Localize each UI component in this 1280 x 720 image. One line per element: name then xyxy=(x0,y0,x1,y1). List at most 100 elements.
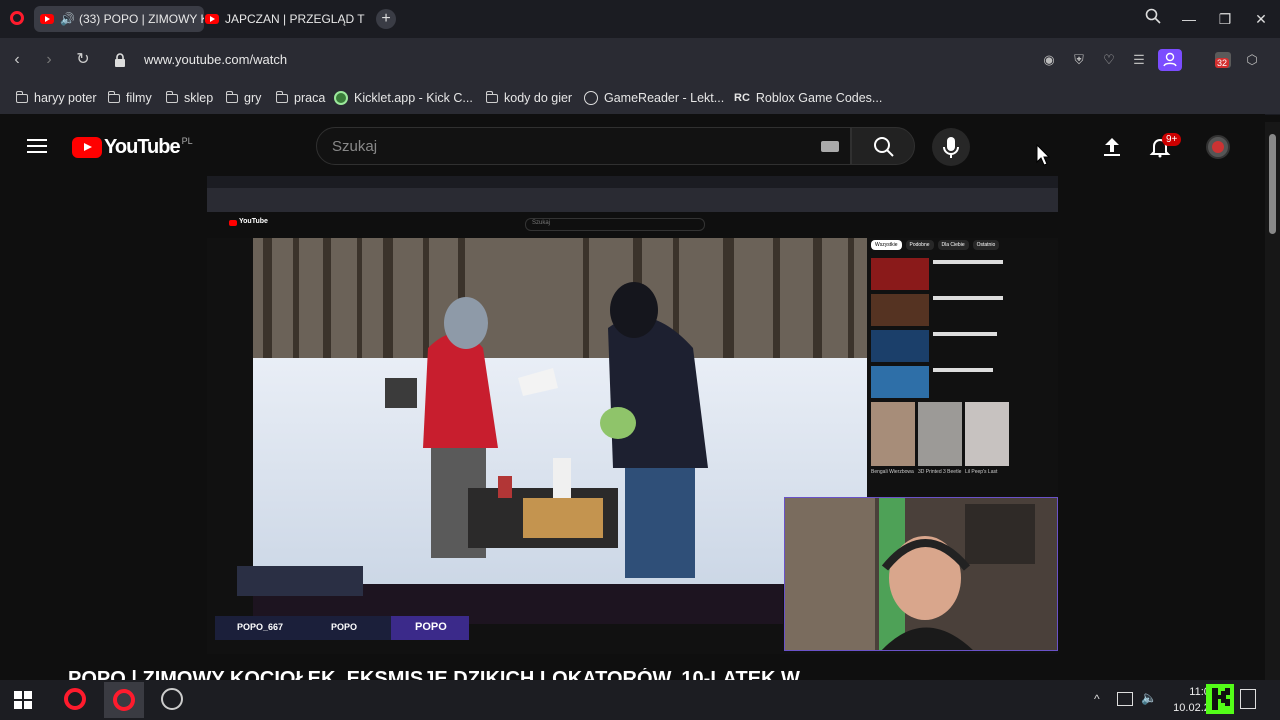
camera-icon[interactable]: ◉ xyxy=(1040,51,1058,69)
bookmark-kody-do-gier[interactable]: kody do gier xyxy=(485,90,573,106)
bookmark-label: sklep xyxy=(184,91,214,105)
hamburger-menu-icon[interactable] xyxy=(27,138,47,154)
inner-chip: Podobne xyxy=(905,240,934,250)
volume-icon[interactable]: 🔈 xyxy=(1141,690,1157,706)
tray-chevron-icon[interactable]: ^ xyxy=(1094,692,1100,706)
inner-youtube-header: YouTube Szukaj xyxy=(207,212,1058,238)
inner-thumbnail xyxy=(871,258,929,290)
profile-button[interactable] xyxy=(1158,49,1182,71)
inner-bookmarks-bar xyxy=(207,198,1058,212)
inner-short-thumbnail xyxy=(918,402,962,466)
notifications-center-icon[interactable] xyxy=(1240,689,1256,709)
kicklet-icon xyxy=(334,91,348,105)
shield-icon[interactable]: ⛨ xyxy=(1070,51,1088,69)
inner-thumbnail xyxy=(871,366,929,398)
address-input[interactable]: www.youtube.com/watch xyxy=(144,52,287,67)
restore-button[interactable]: ❐ xyxy=(1214,8,1236,30)
inner-short-label: Bengali Wierzbowa xyxy=(871,469,914,475)
rc-logo-icon: RC xyxy=(734,92,750,104)
minimize-button[interactable]: — xyxy=(1178,8,1200,30)
folder-icon xyxy=(225,90,238,103)
youtube-logo[interactable]: YouTube PL xyxy=(72,136,193,159)
youtube-logo-text: YouTube xyxy=(104,136,181,158)
inner-title-line xyxy=(933,332,997,336)
avatar[interactable] xyxy=(1206,135,1230,159)
bookmark-filmy[interactable]: filmy xyxy=(107,90,152,106)
bookmark-gry[interactable]: gry xyxy=(225,90,262,106)
youtube-handle: POPO xyxy=(331,622,358,632)
extension-icon[interactable]: 32 xyxy=(1213,50,1233,70)
new-tab-button[interactable]: + xyxy=(376,9,396,29)
skins-overlay-image xyxy=(237,566,363,596)
bookmark-haryy-poter[interactable]: haryy poter xyxy=(15,90,97,106)
folder-icon xyxy=(15,90,28,103)
menu-lines-icon[interactable]: ☰ xyxy=(1130,51,1148,69)
inner-search-box: Szukaj xyxy=(525,218,705,231)
search-tabs-icon[interactable] xyxy=(1142,8,1164,30)
reload-button[interactable]: ↻ xyxy=(72,49,94,71)
inner-title-line xyxy=(933,368,993,372)
inner-address-bar xyxy=(207,188,1058,198)
youtube-play-icon xyxy=(72,137,102,158)
video-player[interactable]: YouTube Szukaj Wszystkie Podobne Dla Cie… xyxy=(207,176,1058,654)
lock-icon[interactable] xyxy=(114,53,126,67)
inner-thumbnail xyxy=(871,330,929,362)
webcam-overlay xyxy=(784,497,1058,651)
name-plate: POPO xyxy=(391,616,469,640)
bookmark-label: GameReader - Lekt... xyxy=(604,91,725,105)
folder-icon xyxy=(485,90,498,103)
inner-logo-text: YouTube xyxy=(239,218,268,225)
search-button[interactable] xyxy=(851,127,915,165)
bookmark-label: praca xyxy=(294,91,326,105)
folder-icon xyxy=(165,90,178,103)
bookmark-label: kody do gier xyxy=(504,91,573,105)
speaker-icon: 🔊 xyxy=(60,12,75,26)
extension-badge: 32 xyxy=(1215,58,1230,68)
bookmark-label: Kicklet.app - Kick C... xyxy=(354,91,473,105)
page-scrollbar[interactable] xyxy=(1265,122,1280,680)
obs-taskbar-icon[interactable] xyxy=(161,688,183,710)
inner-short-label: Lil Peep's Last xyxy=(965,469,998,475)
inner-chips: Wszystkie Podobne Dla Ciebie Ostatnio xyxy=(871,240,1000,250)
bookmark-label: gry xyxy=(244,91,262,105)
inner-thumbnail xyxy=(871,294,929,326)
upload-icon[interactable] xyxy=(1100,135,1124,159)
inner-chip: Ostatnio xyxy=(972,240,1000,250)
folder-icon xyxy=(107,90,120,103)
inner-short-thumbnail xyxy=(871,402,915,466)
video-title-clip: POPO | ZIMOWY KOCIOŁEK, EKSMISJE DZIKICH… xyxy=(68,668,1248,680)
forward-button[interactable]: › xyxy=(38,49,60,71)
opera-taskbar-icon[interactable] xyxy=(64,688,86,710)
mouse-cursor-icon xyxy=(1036,143,1051,171)
bookmark-sklep[interactable]: sklep xyxy=(165,90,214,106)
keyboard-icon[interactable] xyxy=(821,141,839,152)
opera-menu-icon[interactable] xyxy=(10,11,24,25)
opera-gx-taskbar-button[interactable] xyxy=(104,682,144,718)
close-window-button[interactable]: ✕ xyxy=(1250,8,1272,30)
scrollbar-thumb[interactable] xyxy=(1269,134,1276,234)
youtube-favicon-icon xyxy=(40,14,54,24)
tab-popo[interactable]: 🔊 (33) POPO | ZIMOWY K xyxy=(34,6,204,32)
inner-search-text: Szukaj xyxy=(532,220,551,226)
heart-icon[interactable]: ♡ xyxy=(1100,51,1118,69)
bookmark-gamereader[interactable]: GameReader - Lekt... xyxy=(584,90,724,106)
inner-video-scene xyxy=(253,238,867,584)
inner-short-label: 3D Printed 3 Beetle xyxy=(918,469,962,475)
voice-search-button[interactable] xyxy=(932,128,970,166)
region-code: PL xyxy=(181,135,193,146)
inner-youtube-icon xyxy=(229,220,237,226)
bookmark-kicklet[interactable]: Kicklet.app - Kick C... xyxy=(334,90,473,106)
tab-japczan[interactable]: JAPCZAN | PRZEGLĄD TIK xyxy=(205,6,365,32)
back-button[interactable]: ‹ xyxy=(6,49,28,71)
extensions-cube-icon[interactable]: ⬡ xyxy=(1243,51,1261,69)
bookmark-roblox-codes[interactable]: RC Roblox Game Codes... xyxy=(734,90,882,106)
tab-label: JAPCZAN | PRZEGLĄD TIK xyxy=(225,12,365,26)
bookmark-praca[interactable]: praca xyxy=(275,90,326,106)
inner-tab-strip xyxy=(207,176,1058,188)
folder-icon xyxy=(275,90,288,103)
inner-chip: Wszystkie xyxy=(871,240,902,250)
search-box[interactable]: Szukaj xyxy=(316,127,851,165)
network-icon[interactable] xyxy=(1117,692,1133,706)
search-input[interactable]: Szukaj xyxy=(332,138,377,155)
windows-start-icon[interactable] xyxy=(14,691,32,709)
